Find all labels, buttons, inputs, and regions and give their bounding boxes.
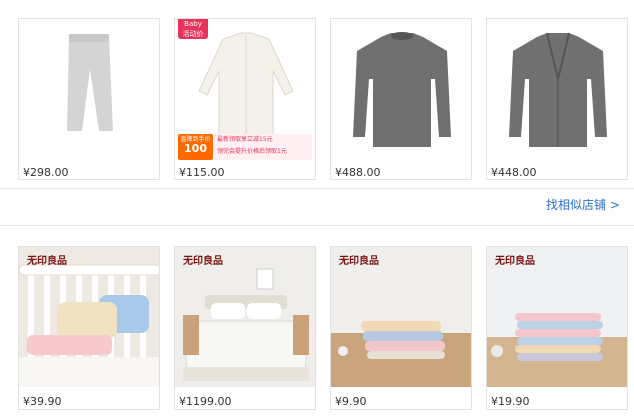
product-image-crib-bedding [19,247,159,387]
product-image-gray-sweater [331,19,471,159]
product-card[interactable]: 无印良品 ¥19.90 [486,246,628,410]
product-price: ¥115.00 [179,166,225,179]
product-price: ¥39.90 [23,395,62,408]
promo-line-1: 最新领取享立减15元 [217,136,273,143]
promo-tag: Baby 活动价 [178,19,208,39]
product-card[interactable]: ¥298.00 [18,18,160,180]
divider [0,225,634,226]
product-card[interactable]: 无印良品 ¥1199.00 [174,246,316,410]
product-card[interactable]: ¥488.00 [330,18,472,180]
product-price: ¥1199.00 [179,395,232,408]
brand-label: 无印良品 [27,256,67,267]
product-price: ¥448.00 [491,166,537,179]
divider [0,188,634,189]
product-image-duvet-bed [175,247,315,387]
promo-amount: 100 [184,142,207,155]
product-image-gray-pants [19,19,159,159]
product-image-folded-towels [331,247,471,387]
brand-label: 无印良品 [183,256,223,267]
product-card[interactable]: ¥448.00 [486,18,628,180]
find-similar-shops-link[interactable]: 找相似店铺 > [546,196,620,213]
product-price: ¥9.90 [335,395,367,408]
product-image-gray-cardigan [487,19,627,159]
promo-banner: 直降到手价 100 最新领取享立减15元 领完会提升价格后领取1元 [178,134,313,160]
brand-label: 无印良品 [339,256,379,267]
product-card[interactable]: Baby 活动价 直降到手价 100 最新领取享立减15元 领完会提升价格后领取1… [174,18,316,180]
product-card[interactable]: 无印良品 ¥39.90 [18,246,160,410]
product-card[interactable]: 无印良品 ¥9.90 [330,246,472,410]
product-price: ¥298.00 [23,166,69,179]
product-price: ¥19.90 [491,395,530,408]
promo-line-2: 领完会提升价格后领取1元 [217,148,287,155]
product-image-stacked-towels [487,247,627,387]
brand-label: 无印良品 [495,256,535,267]
product-price: ¥488.00 [335,166,381,179]
